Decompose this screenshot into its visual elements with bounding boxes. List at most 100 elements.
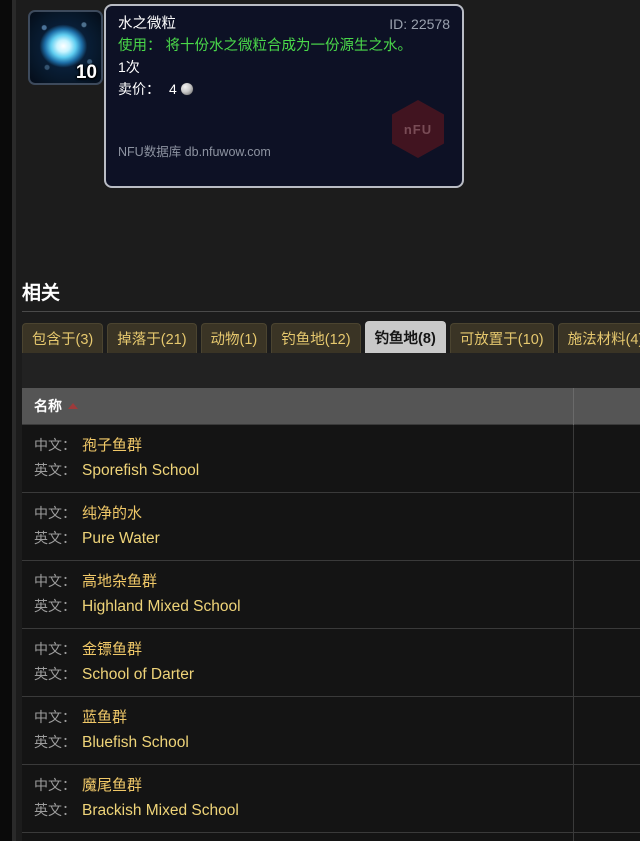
sort-ascending-triangle-icon[interactable] bbox=[68, 403, 78, 409]
label-en: 英文： bbox=[34, 802, 76, 818]
tab-0[interactable]: 包含于(3) bbox=[22, 323, 104, 353]
cell-blank bbox=[573, 492, 640, 561]
value-cn[interactable]: 魔尾鱼群 bbox=[82, 774, 142, 798]
name-cn-line: 中文： 孢子鱼群 bbox=[34, 433, 573, 458]
tab-5[interactable]: 可放置于(10) bbox=[449, 323, 554, 353]
nfu-watermark-icon: nFU bbox=[392, 100, 444, 158]
value-cn[interactable]: 孢子鱼群 bbox=[82, 434, 142, 458]
cell-blank bbox=[573, 628, 640, 697]
item-stack-count: 10 bbox=[75, 62, 97, 83]
cell-blank bbox=[573, 560, 640, 629]
name-en-line: 英文： School of Darter bbox=[34, 662, 573, 687]
value-en[interactable]: Sporefish School bbox=[82, 459, 199, 483]
table-row[interactable]: 中文：泥鱼群英文： bbox=[22, 832, 640, 841]
page-title: 相关 bbox=[22, 283, 61, 304]
related-table: 名称 中文： 孢子鱼群 英文： Sporefish School 中文： 纯净的水 英文：… bbox=[22, 388, 640, 841]
label-cn: 中文： bbox=[34, 641, 76, 657]
table-row[interactable]: 中文： 金镖鱼群 英文： School of Darter bbox=[22, 628, 640, 697]
item-tooltip: 水之微粒 ID: 22578 使用： 将十份水之微粒合成为一份源生之水。 1次 … bbox=[104, 4, 464, 188]
label-en: 英文： bbox=[34, 666, 76, 682]
tab-2[interactable]: 动物(1) bbox=[200, 323, 268, 353]
sell-price-label: 卖价： bbox=[118, 81, 160, 97]
tooltip-title-row: 水之微粒 ID: 22578 bbox=[118, 14, 450, 36]
name-en-line: 英文： Brackish Mixed School bbox=[34, 798, 573, 823]
table-row[interactable]: 中文： 孢子鱼群 英文： Sporefish School bbox=[22, 424, 640, 493]
related-tab-bar[interactable]: 包含于(3) 掉落于(21) 动物(1) 钓鱼地(12) 钓鱼地(8) 可放置于(10) 施… bbox=[22, 319, 640, 353]
table-header-row: 名称 bbox=[22, 388, 640, 425]
table-body: 中文： 孢子鱼群 英文： Sporefish School 中文： 纯净的水 英文： Pur… bbox=[22, 424, 640, 841]
cell-name: 中文： 金镖鱼群 英文： School of Darter bbox=[22, 628, 574, 697]
table-row[interactable]: 中文： 高地杂鱼群 英文： Highland Mixed School bbox=[22, 560, 640, 629]
label-en: 英文： bbox=[34, 530, 76, 546]
name-en-line: 英文： Bluefish School bbox=[34, 730, 573, 755]
tab-label: 掉落于(21) bbox=[117, 332, 187, 348]
cell-blank bbox=[573, 424, 640, 493]
table-row[interactable]: 中文： 魔尾鱼群 英文： Brackish Mixed School bbox=[22, 764, 640, 833]
tab-label: 钓鱼地(8) bbox=[374, 331, 436, 347]
label-cn: 中文： bbox=[34, 777, 76, 793]
name-cn-line: 中文： 高地杂鱼群 bbox=[34, 569, 573, 594]
item-sell-price: 卖价： 4 bbox=[118, 78, 450, 100]
value-cn[interactable]: 纯净的水 bbox=[82, 502, 142, 526]
column-header-name[interactable]: 名称 bbox=[22, 388, 574, 425]
tab-label: 可放置于(10) bbox=[459, 332, 544, 348]
tab-label: 动物(1) bbox=[210, 332, 258, 348]
cell-blank bbox=[573, 696, 640, 765]
page-left-gutter bbox=[0, 0, 12, 841]
item-id: ID: 22578 bbox=[389, 16, 450, 32]
cell-name: 中文： 魔尾鱼群 英文： Brackish Mixed School bbox=[22, 764, 574, 833]
item-charges: 1次 bbox=[118, 59, 140, 75]
item-tooltip-area: 10 水之微粒 ID: 22578 使用： 将十份水之微粒合成为一份源生之水。 … bbox=[16, 0, 640, 205]
cell-blank bbox=[573, 764, 640, 833]
nfu-watermark-text: nFU bbox=[403, 121, 433, 137]
value-cn[interactable]: 高地杂鱼群 bbox=[82, 570, 157, 594]
label-en: 英文： bbox=[34, 462, 76, 478]
tab-4[interactable]: 钓鱼地(8) bbox=[364, 321, 446, 353]
table-row[interactable]: 中文： 蓝鱼群 英文： Bluefish School bbox=[22, 696, 640, 765]
item-use-text: 使用： 将十份水之微粒合成为一份源生之水。 bbox=[118, 38, 413, 54]
name-en-line: 英文： Sporefish School bbox=[34, 458, 573, 483]
tab-6[interactable]: 施法材料(4) bbox=[557, 323, 640, 353]
cell-blank bbox=[573, 832, 640, 841]
name-en-line: 英文： Highland Mixed School bbox=[34, 594, 573, 619]
related-table-wrap: 名称 中文： 孢子鱼群 英文： Sporefish School 中文： 纯净的水 英文：… bbox=[22, 353, 640, 841]
name-en-line: 英文： Pure Water bbox=[34, 526, 573, 551]
tab-label: 施法材料(4) bbox=[567, 332, 640, 348]
label-en: 英文： bbox=[34, 734, 76, 750]
label-cn: 中文： bbox=[34, 573, 76, 589]
value-en[interactable]: Brackish Mixed School bbox=[82, 799, 239, 823]
page-root: 10 水之微粒 ID: 22578 使用： 将十份水之微粒合成为一份源生之水。 … bbox=[0, 0, 640, 841]
table-row[interactable]: 中文： 纯净的水 英文： Pure Water bbox=[22, 492, 640, 561]
label-cn: 中文： bbox=[34, 505, 76, 521]
cell-name: 中文： 纯净的水 英文： Pure Water bbox=[22, 492, 574, 561]
value-en[interactable]: Pure Water bbox=[82, 527, 160, 551]
value-en[interactable]: Highland Mixed School bbox=[82, 595, 241, 619]
cell-name: 中文： 蓝鱼群 英文： Bluefish School bbox=[22, 696, 574, 765]
tooltip-source-footer: NFU数据库 db.nfuwow.com bbox=[118, 145, 271, 159]
column-header-blank[interactable] bbox=[573, 388, 640, 425]
value-cn[interactable]: 蓝鱼群 bbox=[82, 706, 127, 730]
cell-name: 中文：泥鱼群英文： bbox=[22, 832, 574, 841]
label-en: 英文： bbox=[34, 598, 76, 614]
cell-name: 中文： 高地杂鱼群 英文： Highland Mixed School bbox=[22, 560, 574, 629]
water-mote-icon[interactable]: 10 bbox=[28, 10, 103, 85]
tab-1[interactable]: 掉落于(21) bbox=[107, 323, 197, 353]
tab-3[interactable]: 钓鱼地(12) bbox=[271, 323, 361, 353]
value-cn[interactable]: 金镖鱼群 bbox=[82, 638, 142, 662]
label-cn: 中文： bbox=[34, 709, 76, 725]
cell-name: 中文： 孢子鱼群 英文： Sporefish School bbox=[22, 424, 574, 493]
name-cn-line: 中文： 纯净的水 bbox=[34, 501, 573, 526]
section-divider bbox=[22, 311, 640, 312]
tab-label: 钓鱼地(12) bbox=[281, 332, 351, 348]
name-cn-line: 中文： 魔尾鱼群 bbox=[34, 773, 573, 798]
column-header-name-label: 名称 bbox=[34, 398, 62, 414]
name-cn-line: 中文： 蓝鱼群 bbox=[34, 705, 573, 730]
silver-coin-icon bbox=[180, 83, 193, 95]
label-cn: 中文： bbox=[34, 437, 76, 453]
sell-price-amount: 4 bbox=[169, 81, 177, 97]
tab-label: 包含于(3) bbox=[32, 332, 94, 348]
name-cn-line: 中文： 金镖鱼群 bbox=[34, 637, 573, 662]
value-en[interactable]: School of Darter bbox=[82, 663, 194, 687]
value-en[interactable]: Bluefish School bbox=[82, 731, 189, 755]
table-top-spacer bbox=[22, 353, 640, 388]
